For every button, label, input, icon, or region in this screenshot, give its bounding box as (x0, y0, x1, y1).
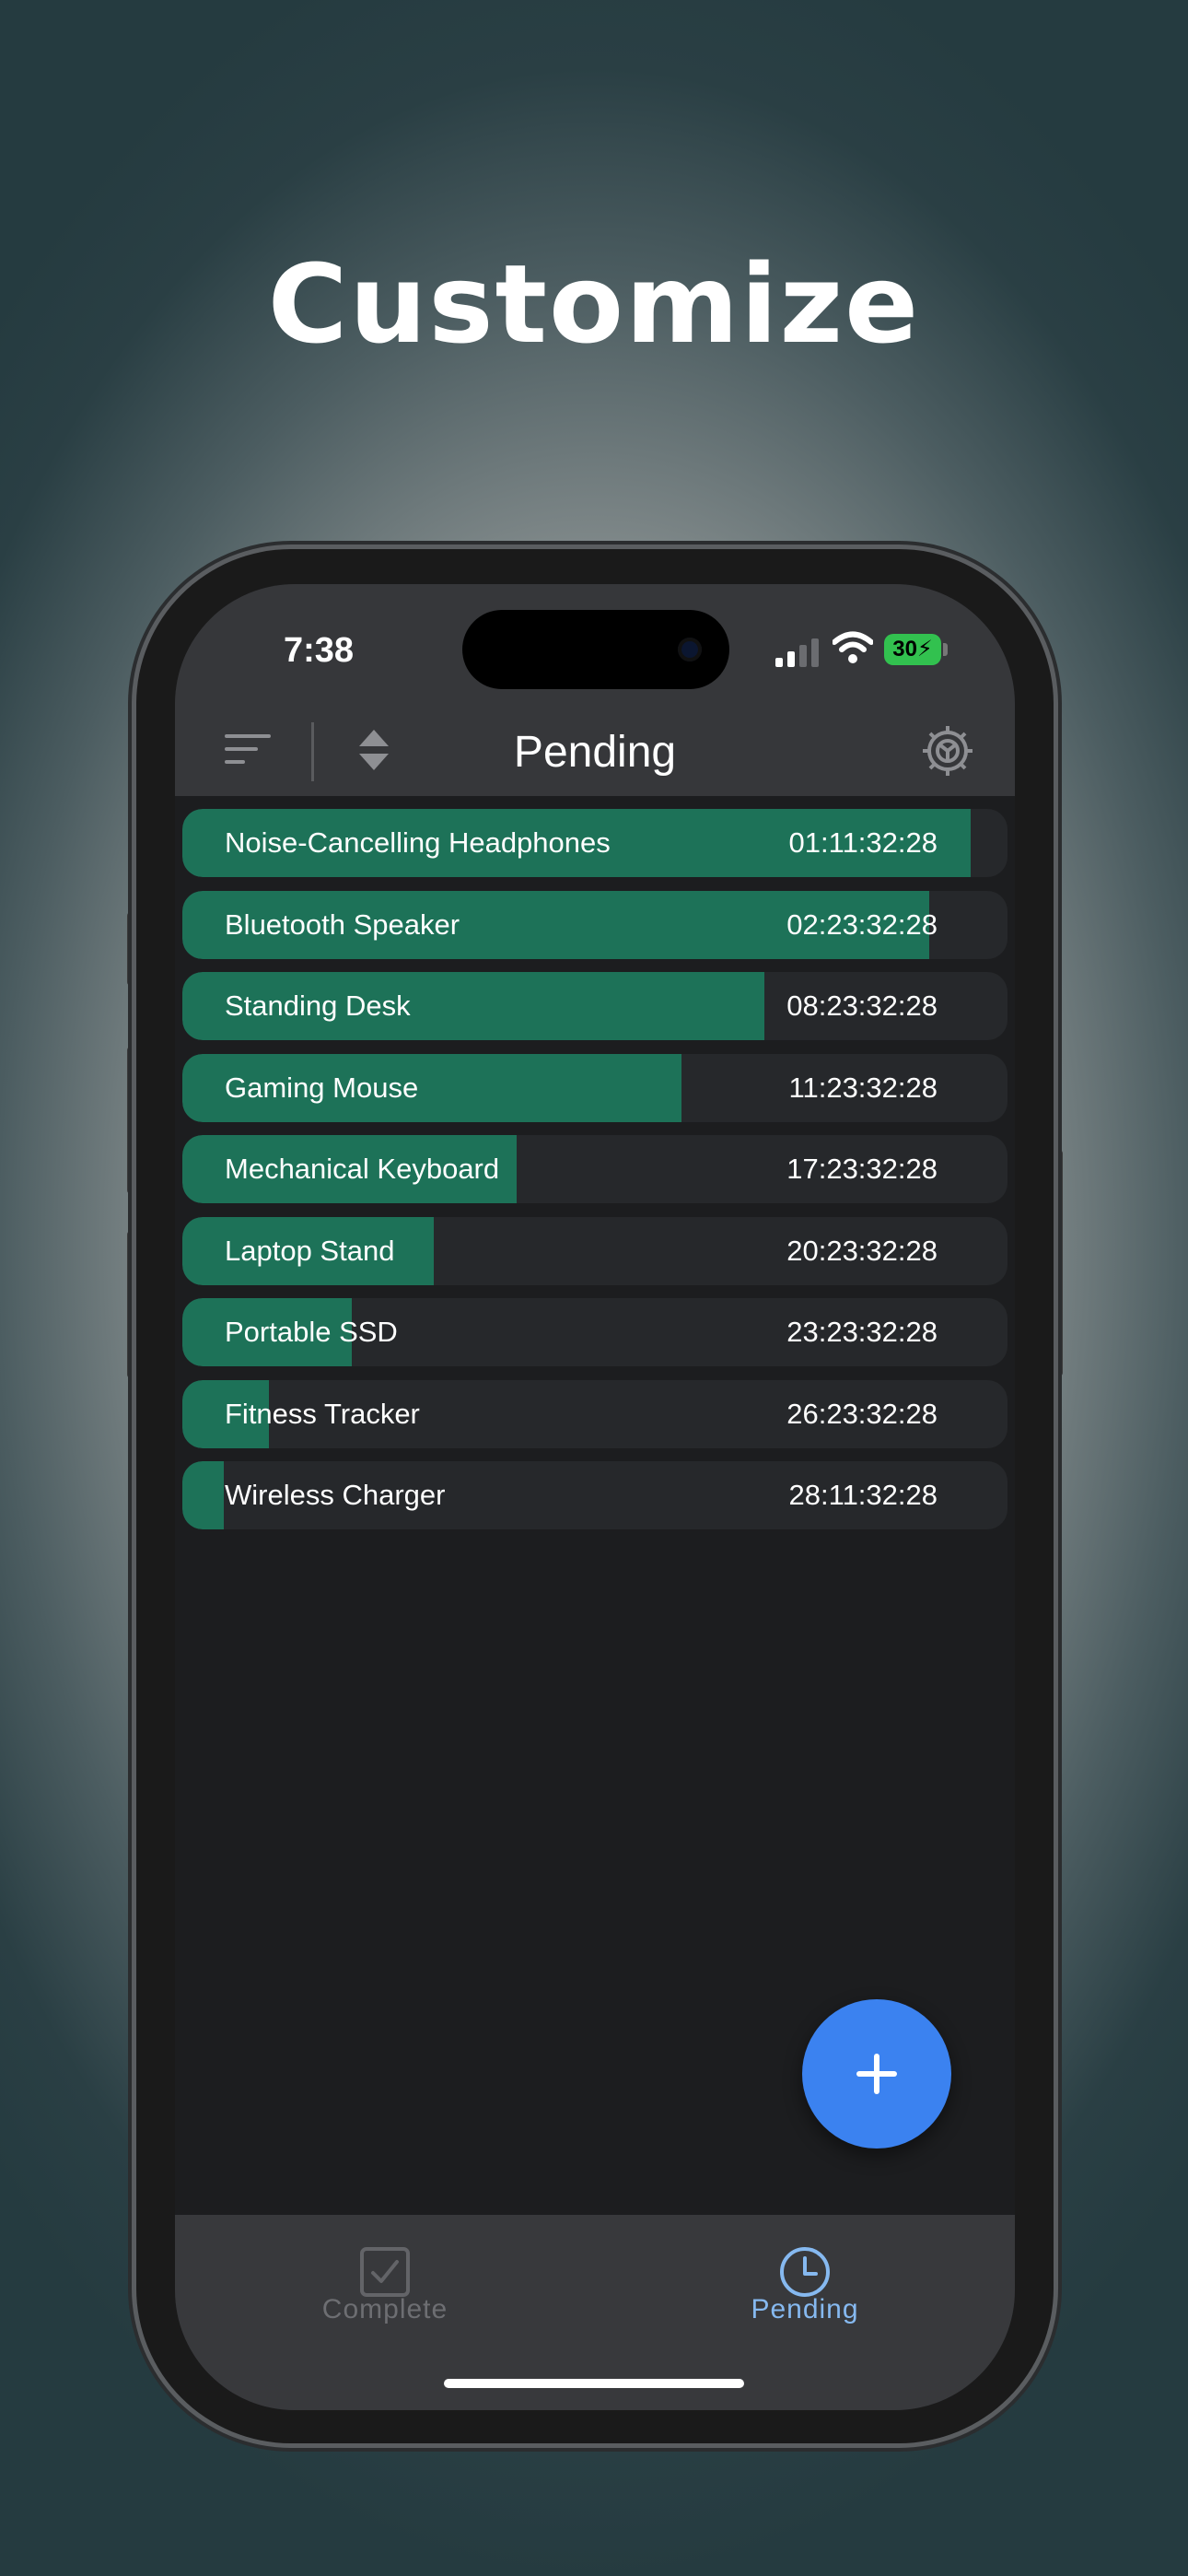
navigation-bar: 7:38 30⚡ Pending (175, 584, 1015, 796)
add-item-button[interactable] (802, 1999, 951, 2149)
tab-pending-label: Pending (751, 2294, 859, 2324)
clock-icon (780, 2247, 830, 2297)
item-countdown: 20:23:32:28 (786, 1234, 938, 1267)
volume-up-button (127, 1047, 136, 1194)
item-countdown: 17:23:32:28 (786, 1153, 938, 1185)
app-screen: 7:38 30⚡ Pending Noise-Cancelling Headph… (175, 584, 1015, 2410)
item-name: Mechanical Keyboard (225, 1153, 500, 1185)
item-countdown: 08:23:32:28 (786, 989, 938, 1022)
wifi-icon (833, 631, 873, 663)
action-button (127, 912, 136, 986)
cellular-signal-icon (775, 638, 819, 667)
item-name: Standing Desk (225, 989, 411, 1022)
item-countdown: 28:11:32:28 (788, 1479, 938, 1511)
headline: Customize (267, 240, 921, 368)
list-item[interactable]: Wireless Charger 28:11:32:28 (182, 1461, 1007, 1529)
tab-pending[interactable]: Pending (595, 2215, 1015, 2353)
item-name: Noise-Cancelling Headphones (225, 826, 611, 859)
battery-tip (943, 643, 948, 656)
tab-complete[interactable]: Complete (175, 2215, 595, 2353)
item-name: Fitness Tracker (225, 1397, 420, 1430)
progress-fill (182, 1461, 224, 1529)
list-item[interactable]: Mechanical Keyboard 17:23:32:28 (182, 1135, 1007, 1203)
item-name: Laptop Stand (225, 1234, 395, 1267)
pending-list: Noise-Cancelling Headphones 01:11:32:28 … (182, 809, 1007, 1543)
charging-bolt-icon: ⚡ (916, 637, 933, 662)
item-countdown: 23:23:32:28 (786, 1316, 938, 1348)
status-time: 7:38 (284, 631, 355, 670)
camera-icon (678, 638, 702, 662)
gear-icon[interactable] (921, 724, 974, 778)
item-name: Bluetooth Speaker (225, 907, 460, 941)
tab-complete-label: Complete (321, 2294, 448, 2324)
list-item[interactable]: Standing Desk 08:23:32:28 (182, 972, 1007, 1040)
list-item[interactable]: Noise-Cancelling Headphones 01:11:32:28 (182, 809, 1007, 877)
battery-indicator: 30⚡ (884, 634, 941, 665)
item-countdown: 26:23:32:28 (786, 1397, 938, 1430)
checkbox-icon (360, 2247, 410, 2297)
phone-frame: 7:38 30⚡ Pending Noise-Cancelling Headph… (136, 549, 1054, 2443)
list-item[interactable]: Bluetooth Speaker 02:23:32:28 (182, 890, 1007, 959)
page-title: Pending (513, 728, 677, 777)
list-item[interactable]: Gaming Mouse 11:23:32:28 (182, 1053, 1007, 1122)
power-button (1054, 1150, 1063, 1376)
list-item[interactable]: Fitness Tracker 26:23:32:28 (182, 1379, 1007, 1448)
list-item[interactable]: Laptop Stand 20:23:32:28 (182, 1216, 1007, 1285)
home-indicator (444, 2379, 744, 2388)
list-item[interactable]: Portable SSD 23:23:32:28 (182, 1298, 1007, 1366)
battery-level: 30 (892, 637, 917, 662)
item-countdown: 02:23:32:28 (786, 907, 938, 941)
volume-down-button (127, 1231, 136, 1378)
item-name: Wireless Charger (225, 1479, 446, 1511)
item-name: Portable SSD (225, 1316, 398, 1348)
item-countdown: 01:11:32:28 (788, 826, 938, 859)
item-countdown: 11:23:32:28 (788, 1071, 938, 1104)
dynamic-island (462, 610, 729, 689)
item-name: Gaming Mouse (225, 1071, 419, 1104)
